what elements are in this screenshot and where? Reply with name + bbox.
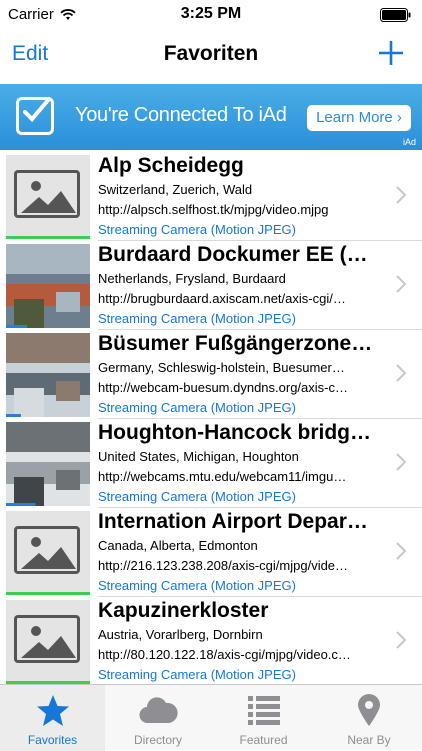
list-item[interactable]: Internation Airport Depar… Canada, Albert… — [0, 508, 422, 597]
row-type: Streaming Camera (Motion JPEG) — [98, 578, 296, 593]
row-location: Switzerland, Zuerich, Wald — [98, 182, 253, 197]
row-type: Streaming Camera (Motion JPEG) — [98, 667, 296, 682]
camera-thumbnail — [6, 244, 90, 328]
row-title: Alp Scheidegg — [98, 154, 244, 177]
camera-thumbnail — [6, 333, 90, 417]
status-bar: Carrier 3:25 PM — [0, 0, 422, 30]
row-type: Streaming Camera (Motion JPEG) — [98, 400, 296, 415]
stream-progress-bar — [6, 414, 90, 417]
stream-progress-bar — [6, 592, 90, 595]
camera-thumbnail — [6, 422, 90, 506]
stream-progress-bar — [6, 325, 90, 328]
row-type: Streaming Camera (Motion JPEG) — [98, 311, 296, 326]
list-item[interactable]: Alp Scheidegg Switzerland, Zuerich, Wald h… — [0, 152, 422, 241]
row-url: http://216.123.238.208/axis-cgi/mjpg/vid… — [98, 558, 349, 573]
tab-near-by[interactable]: Near By — [317, 685, 422, 751]
row-title: Internation Airport Depar… — [98, 510, 368, 533]
row-location: United States, Michigan, Houghton — [98, 449, 299, 464]
tab-label: Favorites — [27, 733, 78, 747]
stream-progress-bar — [6, 503, 90, 506]
tab-directory[interactable]: Directory — [106, 685, 211, 751]
tab-label: Directory — [133, 733, 182, 747]
chevron-right-icon — [396, 186, 406, 204]
chevron-right-icon — [396, 542, 406, 560]
chevron-right-icon — [396, 364, 406, 382]
checkbox-icon — [16, 97, 54, 135]
row-location: Canada, Alberta, Edmonton — [98, 538, 258, 553]
navigation-bar: Edit Favoriten — [0, 30, 422, 84]
row-url: http://webcams.mtu.edu/webcam11/imgu… — [98, 469, 347, 484]
clock: 3:25 PM — [180, 5, 242, 22]
list-item[interactable]: Kapuzinerkloster Austria, Vorarlberg, Dor… — [0, 597, 422, 684]
stream-progress-bar — [6, 236, 90, 239]
list-item[interactable]: Burdaard Dockumer EE (… Netherlands, Frys… — [0, 241, 422, 330]
chevron-right-icon — [396, 453, 406, 471]
tab-featured[interactable]: Featured — [211, 685, 316, 751]
row-type: Streaming Camera (Motion JPEG) — [98, 222, 296, 237]
ad-text: You're Connected To iAd — [75, 104, 287, 126]
row-title: Houghton-Hancock bridg… — [98, 421, 371, 444]
tab-favorites[interactable]: Favorites — [0, 685, 105, 751]
row-location: Netherlands, Frysland, Burdaard — [98, 271, 286, 286]
battery-icon — [380, 8, 411, 22]
list-item[interactable]: Houghton-Hancock bridg… United States, Mi… — [0, 419, 422, 508]
chevron-right-icon — [396, 631, 406, 649]
row-location: Germany, Schleswig-holstein, Buesumer… — [98, 360, 345, 375]
tab-bar: Favorites Directory Featured Near By — [0, 684, 422, 751]
row-title: Burdaard Dockumer EE (… — [98, 243, 368, 266]
learn-more-button[interactable]: Learn More › — [307, 105, 411, 131]
ad-tag: iAd — [402, 137, 416, 147]
row-location: Austria, Vorarlberg, Dornbirn — [98, 627, 263, 642]
row-type: Streaming Camera (Motion JPEG) — [98, 489, 296, 504]
ad-banner[interactable]: You're Connected To iAd Learn More › iAd — [0, 84, 422, 150]
image-placeholder-icon — [6, 600, 90, 684]
favorites-list: Alp Scheidegg Switzerland, Zuerich, Wald h… — [0, 152, 422, 684]
tab-label: Featured — [239, 733, 288, 747]
row-title: Büsumer Fußgängerzone… — [98, 332, 373, 355]
row-url: http://80.120.122.18/axis-cgi/mjpg/video… — [98, 647, 351, 662]
image-placeholder-icon — [6, 511, 90, 595]
row-url: http://alpsch.selfhost.tk/mjpg/video.mjp… — [98, 202, 329, 217]
add-icon[interactable] — [378, 40, 404, 66]
tab-label: Near By — [347, 733, 391, 747]
image-placeholder-icon — [6, 155, 90, 239]
list-item[interactable]: Büsumer Fußgängerzone… Germany, Schleswig… — [0, 330, 422, 419]
row-title: Kapuzinerkloster — [98, 599, 269, 622]
chevron-right-icon — [396, 275, 406, 293]
row-url: http://brugburdaard.axiscam.net/axis-cgi… — [98, 291, 346, 306]
row-url: http://webcam-buesum.dyndns.org/axis-c… — [98, 380, 348, 395]
page-title: Favoriten — [163, 42, 259, 65]
